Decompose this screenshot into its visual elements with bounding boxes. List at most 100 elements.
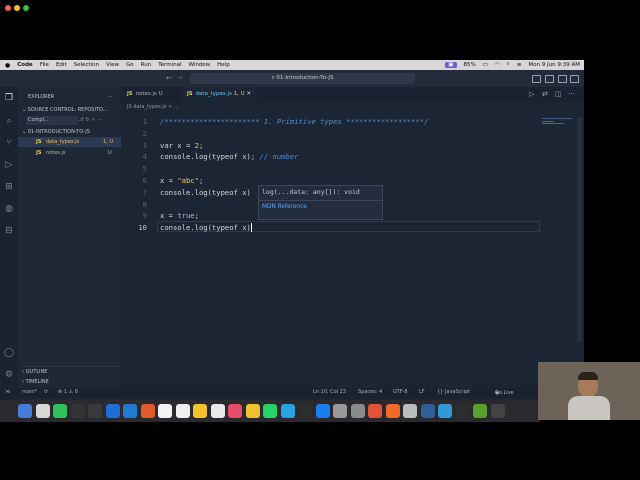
branch-indicator[interactable]: main* [22,389,37,395]
dock-app-icon[interactable] [35,404,50,418]
dock-app-icon[interactable] [18,404,32,418]
timeline-section[interactable]: › TIMELINE [22,377,125,387]
github-icon[interactable]: ◍ [3,203,15,215]
code-line[interactable]: var x = 2; [160,141,203,150]
line-number[interactable]: 5 [121,164,147,173]
line-number[interactable]: 7 [121,188,147,197]
remote-explorer-icon[interactable]: ⊟ [3,225,15,237]
menu-go[interactable]: Go [126,62,134,68]
back-arrow-icon[interactable]: ← [166,74,172,82]
menu-code[interactable]: Code [17,62,32,68]
cursor-position[interactable]: Ln 10, Col 23 [313,389,346,395]
menu-window[interactable]: Window [188,62,210,68]
mdn-reference-link[interactable]: MDN Reference [259,200,382,213]
file-row-notes[interactable]: JS notes.js U [18,148,121,158]
screen-record-icon[interactable]: ▣ [445,61,457,68]
command-center-search[interactable]: ⌕ 01-Introduction-To-JS [190,73,415,84]
more-actions-icon[interactable]: ··· [108,92,113,102]
menu-edit[interactable]: Edit [56,62,67,68]
compare-icon[interactable]: ⇄ [542,90,548,98]
dock-app-icon[interactable] [368,404,382,418]
outline-section[interactable]: › OUTLINE [22,366,125,377]
folder-row[interactable]: ⌄ 01-INTRODUCTION-TO-JS [22,127,125,137]
minimap[interactable] [542,117,578,127]
manage-gear-icon[interactable]: ⚙ [3,369,15,381]
search-icon[interactable]: ⌕ [507,61,510,68]
remote-icon[interactable]: ⋊ [5,389,10,395]
dock-app-icon[interactable] [123,404,137,418]
customize-layout-icon[interactable] [570,75,579,83]
dock-app-icon[interactable] [280,404,295,418]
account-icon[interactable]: ◯ [3,347,15,359]
end-of-line[interactable]: LF [419,389,425,395]
menu-terminal[interactable]: Terminal [158,62,181,68]
tab-notes-js[interactable]: JS notes.js U [121,87,169,102]
encoding[interactable]: UTF-8 [393,389,408,395]
editor-scrollbar[interactable] [577,117,582,342]
line-number[interactable]: 6 [121,176,147,185]
line-number[interactable]: 9 [121,211,147,220]
apple-icon[interactable]: ● [5,62,10,69]
menu-selection[interactable]: Selection [74,62,99,68]
toggle-primary-sidebar-icon[interactable] [532,75,541,83]
code-line[interactable]: console.log(typeof x) [160,188,251,197]
source-control-icon[interactable]: ⑂ [3,137,15,149]
menu-help[interactable]: Help [217,62,230,68]
dock-app-icon[interactable] [88,404,102,418]
dock-app-icon[interactable] [228,404,242,418]
explorer-icon[interactable]: ❐ [3,92,15,104]
toggle-panel-icon[interactable] [545,75,554,83]
toggle-secondary-sidebar-icon[interactable] [558,75,567,83]
source-control-section[interactable]: ⌄ SOURCE CONTROL: REPOSITO... [22,105,125,115]
extensions-icon[interactable]: ⊞ [3,181,15,193]
wifi-icon[interactable]: ◠ [495,62,500,68]
close-tab-icon[interactable]: ✕ [246,91,251,97]
dock-app-icon[interactable] [315,404,330,418]
dock-app-icon[interactable] [420,404,435,418]
dock-app-icon[interactable] [333,404,347,418]
breadcrumb[interactable]: JS data_types.js > ... [127,104,179,110]
dock-app-icon[interactable] [175,404,190,418]
dock-app-icon[interactable] [263,404,277,418]
code-line[interactable]: /********************** 1. Primitive typ… [160,117,428,126]
datetime[interactable]: Mon 9 Jun 9:39 AM [528,62,580,68]
line-number[interactable]: 3 [121,141,147,150]
dock-app-icon[interactable] [455,404,470,418]
dock-app-icon[interactable] [193,404,207,418]
line-number[interactable]: 1 [121,117,147,126]
battery-icon[interactable]: ▭ [483,62,488,68]
dock-app-icon[interactable] [210,404,225,418]
run-icon[interactable]: ▷ [529,90,534,98]
dock-app-icon[interactable] [385,404,400,418]
dock-app-icon[interactable] [403,404,417,418]
dock-app-icon[interactable] [140,404,155,418]
dock-app-icon[interactable] [53,404,67,418]
language-mode[interactable]: {} JavaScript [437,389,470,395]
code-line[interactable]: console.log(typeof x) [160,223,252,233]
dock-app-icon[interactable] [245,404,260,418]
code-line[interactable]: x = "abc"; [160,176,203,185]
line-number[interactable]: 10 [121,223,147,232]
problems-indicator[interactable]: ⊗ 1 ⚠ 0 [58,389,78,395]
dock-app-icon[interactable] [70,404,85,418]
close-window-button[interactable] [5,5,11,11]
dock-app-icon[interactable] [438,404,452,418]
run-debug-icon[interactable]: ▷ [3,159,15,171]
editor-area[interactable] [121,87,584,400]
file-row-data-types[interactable]: JS data_types.js 1, U [18,137,121,147]
dock-app-icon[interactable] [105,404,120,418]
tab-data-types-js[interactable]: JS data_types.js 1, U ✕ [181,87,258,102]
code-line[interactable]: console.log(typeof x); // number [160,152,298,161]
indentation[interactable]: Spaces: 4 [358,389,382,395]
dock-app-icon[interactable] [158,404,172,418]
line-number[interactable]: 4 [121,152,147,161]
menu-file[interactable]: File [40,62,49,68]
sync-icon[interactable]: ⟳ [44,389,48,395]
commit-actions-icons[interactable]: ⎇ ↻ ✓ ··· [78,116,102,125]
split-editor-icon[interactable]: ◫ [555,90,562,98]
line-number[interactable]: 8 [121,200,147,209]
dock-app-icon[interactable] [350,404,365,418]
control-center-icon[interactable]: ≡ [517,62,522,68]
commit-button[interactable]: Compl... [26,116,78,125]
forward-arrow-icon[interactable]: → [177,74,183,82]
